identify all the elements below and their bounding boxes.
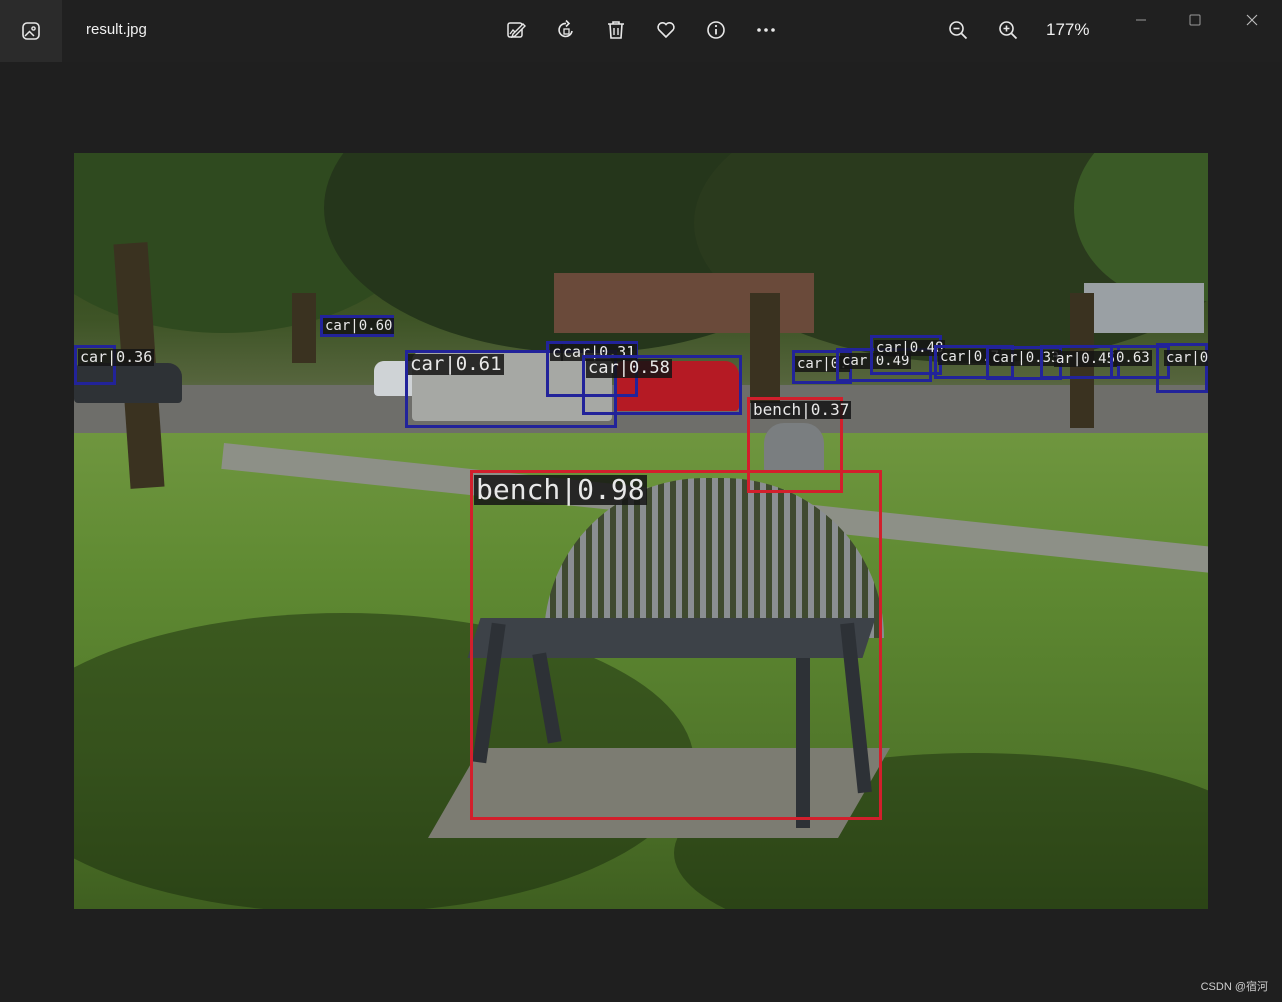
close-icon: [1246, 14, 1258, 26]
watermark: CSDN @宿河: [1200, 981, 1268, 993]
photo[interactable]: car|0.60 car|0.36 car|0.61 c car|0.31 ca…: [74, 153, 1208, 909]
detection-label: bench|0.98: [474, 473, 647, 506]
zoom-out-icon: [949, 21, 968, 40]
zoom-out-button[interactable]: [944, 16, 972, 44]
tree-trunk: [750, 293, 780, 403]
title-bar: result.jpg 177%: [0, 0, 1282, 62]
zoom-level[interactable]: 177%: [1046, 20, 1089, 40]
delete-button[interactable]: [602, 16, 630, 44]
close-button[interactable]: [1232, 6, 1272, 34]
detection-label: car|0.: [1164, 350, 1208, 366]
more-button[interactable]: [752, 16, 780, 44]
more-icon: [757, 28, 775, 32]
edit-image-icon: [507, 22, 526, 39]
minimize-button[interactable]: [1121, 6, 1161, 34]
maximize-button[interactable]: [1175, 6, 1215, 34]
detection-label: car|0.36: [78, 348, 155, 366]
info-icon: [707, 21, 725, 39]
file-name: result.jpg: [86, 21, 147, 38]
zoom-in-button[interactable]: [994, 16, 1022, 44]
maximize-icon: [1189, 14, 1201, 26]
building: [1084, 283, 1204, 333]
detection-label: car|0.58: [586, 358, 672, 378]
detection-label: car|0.60: [323, 318, 395, 334]
photos-app-icon: [0, 0, 62, 62]
edit-image-button[interactable]: [502, 16, 530, 44]
minimize-icon: [1136, 19, 1146, 21]
detection-label: bench|0.37: [751, 400, 852, 419]
tree-trunk: [292, 293, 316, 363]
detection-label: 0.63: [1114, 350, 1152, 366]
rotate-icon: [558, 19, 573, 38]
detection-box-bench: [470, 470, 882, 820]
heart-icon: [657, 22, 675, 39]
delete-icon: [608, 21, 624, 39]
detection-label: car|0.61: [408, 353, 504, 375]
rotate-button[interactable]: [552, 16, 580, 44]
detection-label: ar|0.45: [1054, 351, 1118, 367]
favorite-button[interactable]: [652, 16, 680, 44]
zoom-in-icon: [999, 21, 1018, 40]
info-button[interactable]: [702, 16, 730, 44]
